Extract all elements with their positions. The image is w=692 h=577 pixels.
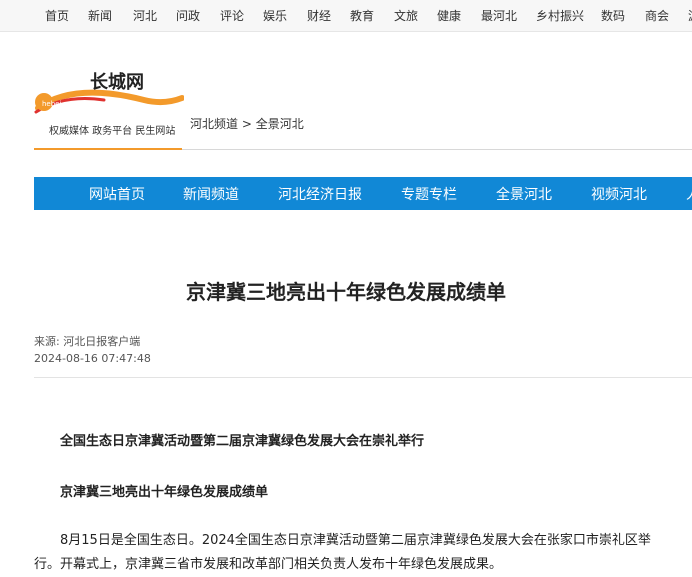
breadcrumb-separator: > xyxy=(238,117,256,131)
topnav-culture[interactable]: 文旅 xyxy=(394,7,418,24)
article-subtitle-1: 全国生态日京津冀活动暨第二届京津冀绿色发展大会在崇礼举行 xyxy=(60,434,425,449)
breadcrumb: 河北频道 > 全景河北 xyxy=(190,115,304,132)
breadcrumb-channel[interactable]: 河北频道 xyxy=(190,117,238,131)
topnav-comment[interactable]: 评论 xyxy=(220,7,244,24)
mainnav-overflow[interactable]: 人 xyxy=(686,184,692,204)
meta-divider xyxy=(34,377,692,378)
topnav-home[interactable]: 首页 xyxy=(45,7,69,24)
topnav-news[interactable]: 新闻 xyxy=(88,7,112,24)
logo-domain: hebei.com.cn xyxy=(42,100,89,108)
topnav-rural[interactable]: 乡村振兴 xyxy=(536,7,584,24)
topnav-zuihebei[interactable]: 最河北 xyxy=(481,7,517,24)
mainnav-home[interactable]: 网站首页 xyxy=(89,184,145,204)
source-label: 来源: xyxy=(34,335,60,348)
article-subtitle-2: 京津冀三地亮出十年绿色发展成绩单 xyxy=(60,485,269,500)
article-paragraph: 8月15日是全国生态日。2024全国生态日京津冀活动暨第二届京津冀绿色发展大会在… xyxy=(34,533,651,572)
topnav-education[interactable]: 教育 xyxy=(350,7,374,24)
main-navigation: 网站首页 新闻频道 河北经济日报 专题专栏 全景河北 视频河北 人 xyxy=(34,177,692,210)
topnav-overflow[interactable]: 游 xyxy=(688,7,692,24)
topnav-hebei[interactable]: 河北 xyxy=(133,7,157,24)
mainnav-news[interactable]: 新闻频道 xyxy=(183,184,239,204)
mainnav-panorama[interactable]: 全景河北 xyxy=(496,184,552,204)
article-title: 京津冀三地亮出十年绿色发展成绩单 xyxy=(186,280,506,304)
header-divider xyxy=(182,149,692,150)
topnav-wenzheng[interactable]: 问政 xyxy=(176,7,200,24)
article-source: 来源: 河北日报客户端 xyxy=(34,333,140,349)
logo-graphic: 长城网 hebei.com.cn xyxy=(34,71,184,114)
topnav-finance[interactable]: 财经 xyxy=(307,7,331,24)
topnav-chamber[interactable]: 商会 xyxy=(645,7,669,24)
logo-wordmark: 长城网 xyxy=(90,71,144,93)
logo-slogan: 权威媒体 政务平台 民生网站 xyxy=(49,126,176,137)
mainnav-hbjjrb[interactable]: 河北经济日报 xyxy=(278,184,362,204)
topnav-ent[interactable]: 娱乐 xyxy=(263,7,287,24)
mainnav-video[interactable]: 视频河北 xyxy=(591,184,647,204)
source-value: 河北日报客户端 xyxy=(63,335,141,348)
topnav-digital[interactable]: 数码 xyxy=(601,7,625,24)
mainnav-special[interactable]: 专题专栏 xyxy=(401,184,457,204)
header-accent-rule xyxy=(34,148,182,150)
topnav-health[interactable]: 健康 xyxy=(437,7,461,24)
article-timestamp: 2024-08-16 07:47:48 xyxy=(34,352,151,365)
top-navigation-bar: 首页 新闻 河北 问政 评论 娱乐 财经 教育 文旅 健康 最河北 乡村振兴 数… xyxy=(0,0,692,32)
breadcrumb-current[interactable]: 全景河北 xyxy=(256,117,304,131)
